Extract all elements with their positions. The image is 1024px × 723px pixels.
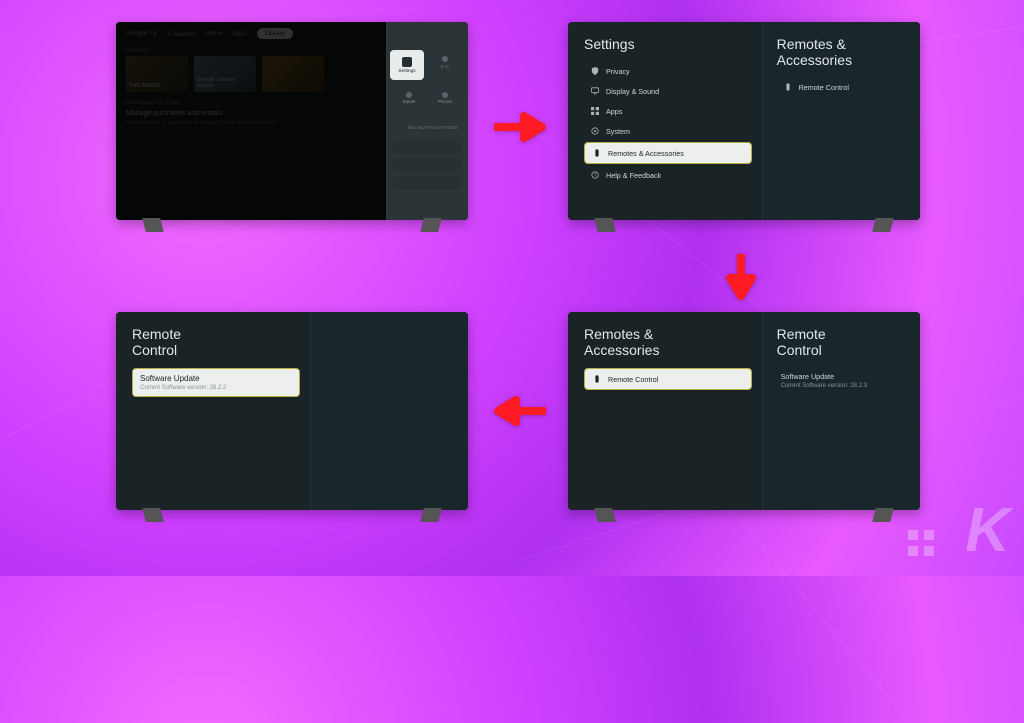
remote-control-title: Remote Control <box>132 326 300 358</box>
software-update-label: Software Update <box>781 372 904 381</box>
settings-item-remotes[interactable]: Remotes & Accessories <box>584 142 752 164</box>
remote-icon <box>592 374 602 384</box>
settings-title: Settings <box>584 36 752 52</box>
settings-item-apps[interactable]: Apps <box>584 102 752 120</box>
remote-icon <box>592 148 602 158</box>
software-update-item[interactable]: Software Update Current Software version… <box>777 368 910 393</box>
settings-right-column: Remotes & Accessories Remote Control <box>762 22 920 220</box>
settings-item-system[interactable]: System <box>584 122 752 140</box>
watermark-logo: K <box>965 495 1006 566</box>
remote-control-item[interactable]: Remote Control <box>584 368 752 390</box>
settings-item-privacy[interactable]: Privacy <box>584 62 752 80</box>
remote-control-item[interactable]: Remote Control <box>777 78 910 96</box>
software-version-label: Current Software version: 28.2.3 <box>781 383 904 389</box>
settings-item-help[interactable]: ?Help & Feedback <box>584 166 752 184</box>
side-tile[interactable]: 0 °C <box>430 50 460 74</box>
notification-slot <box>392 140 462 154</box>
arrow-step-2-to-3 <box>726 252 756 302</box>
display-icon <box>590 86 600 96</box>
settings-left-column: Settings Privacy Display & Sound Apps Sy… <box>568 22 762 220</box>
side-tile-inputs[interactable]: Inputs <box>394 86 424 110</box>
help-icon: ? <box>590 170 600 180</box>
remote-icon <box>783 82 793 92</box>
remote-right-column <box>310 312 468 510</box>
settings-tile[interactable]: Settings <box>390 50 424 80</box>
notification-slot <box>392 158 462 172</box>
software-update-item[interactable]: Software Update Current Software version… <box>132 368 300 397</box>
remotes-title: Remotes & Accessories <box>584 326 752 358</box>
software-version-label: Current Software version: 28.2.2 <box>140 385 292 391</box>
tv-step-3: Remotes & Accessories Remote Control Rem… <box>568 312 920 510</box>
watermark-dots <box>908 530 934 556</box>
shield-icon <box>590 66 600 76</box>
gear-icon <box>402 57 412 67</box>
remote-right-column: Remote Control Software Update Current S… <box>762 312 920 510</box>
no-notifications-label: NO NOTIFICATIONS <box>408 126 458 131</box>
settings-item-display[interactable]: Display & Sound <box>584 82 752 100</box>
arrow-step-3-to-4 <box>492 396 548 426</box>
notification-slot <box>392 176 462 190</box>
apps-icon <box>590 106 600 116</box>
side-tile-picture[interactable]: Picture <box>430 86 460 110</box>
arrow-step-1-to-2 <box>492 112 548 142</box>
software-update-label: Software Update <box>140 374 292 383</box>
remote-left-column: Remote Control Software Update Current S… <box>116 312 310 510</box>
tv-step-2: Settings Privacy Display & Sound Apps Sy… <box>568 22 920 220</box>
system-icon <box>590 126 600 136</box>
remotes-title: Remotes & Accessories <box>777 36 910 68</box>
settings-tile-label: Settings <box>398 69 415 74</box>
remote-control-title: Remote Control <box>777 326 910 358</box>
tv-step-1: Google TV ↳ Search Home Apps Library Wat… <box>116 22 468 220</box>
svg-text:?: ? <box>594 173 597 179</box>
remotes-left-column: Remotes & Accessories Remote Control <box>568 312 762 510</box>
tv-step-4: Remote Control Software Update Current S… <box>116 312 468 510</box>
